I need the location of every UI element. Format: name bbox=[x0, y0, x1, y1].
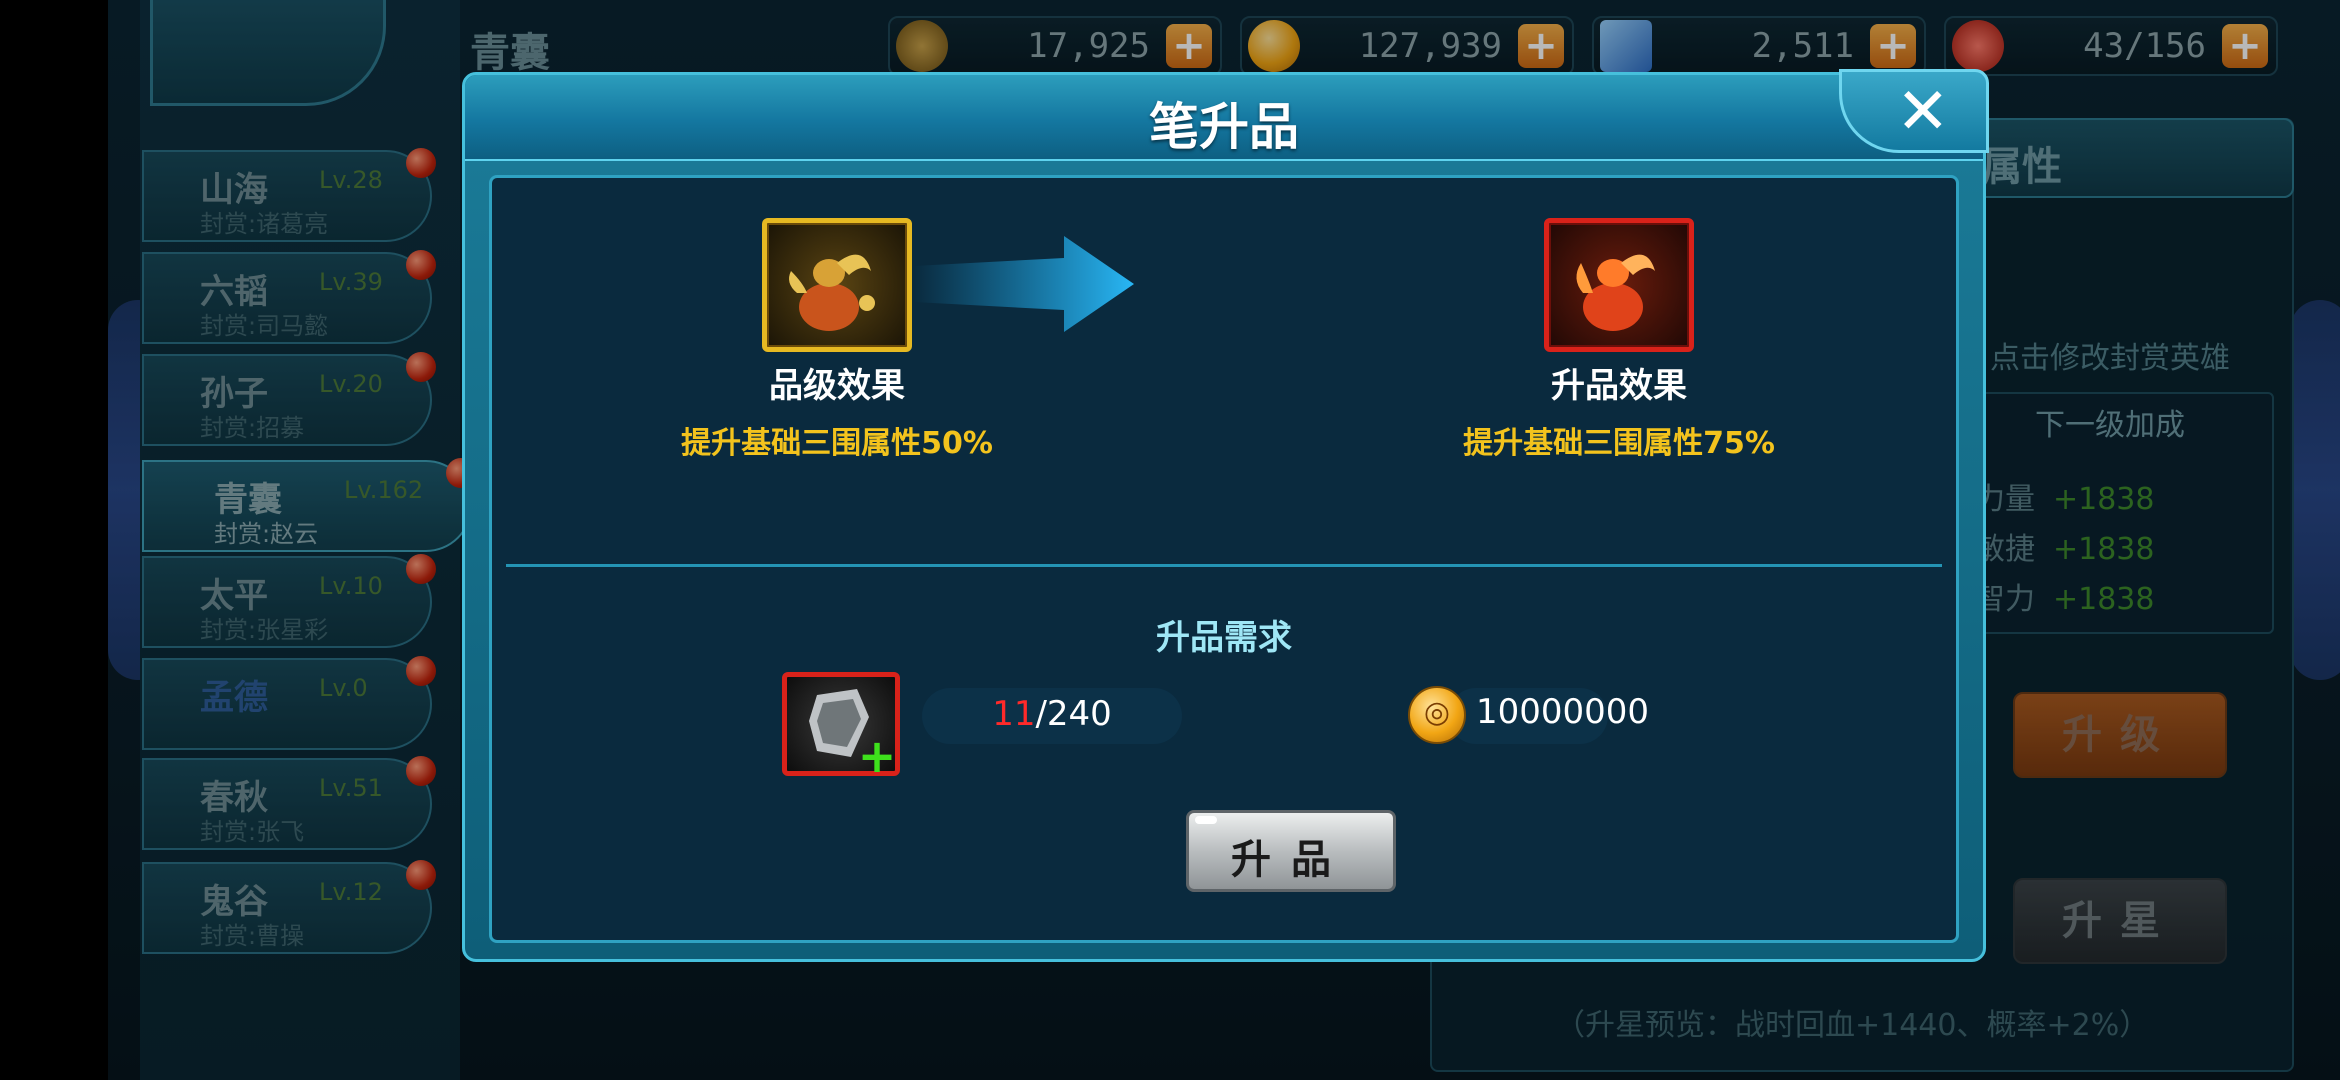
current-effect-label: 品级效果 bbox=[769, 366, 905, 406]
upgrade-button-label: 升品 bbox=[1231, 837, 1351, 883]
section-divider bbox=[506, 564, 1942, 567]
close-button[interactable]: ✕ bbox=[1839, 69, 1989, 153]
upgrade-effect-text: 提升基础三围属性75% bbox=[1463, 426, 1775, 461]
arrow-right-icon bbox=[914, 236, 1134, 332]
requirements-title: 升品需求 bbox=[1156, 618, 1292, 658]
material-count: 11/240 bbox=[922, 694, 1182, 734]
gold-coin-icon: ◎ bbox=[1408, 686, 1466, 744]
material-total: /240 bbox=[1035, 694, 1112, 734]
plus-icon: + bbox=[857, 729, 897, 783]
gourd-gold-icon bbox=[789, 254, 875, 331]
game-screen: 山海 Lv.28 封赏:诸葛亮 六韬 Lv.39 封赏:司马懿 孙子 Lv.20… bbox=[0, 0, 2340, 1080]
dialog-header: 笔升品 bbox=[465, 75, 1983, 161]
upgrade-effect-label: 升品效果 bbox=[1551, 366, 1687, 406]
close-icon: ✕ bbox=[1896, 75, 1950, 149]
current-item-slot[interactable] bbox=[762, 218, 912, 352]
upgrade-quality-dialog: 笔升品 ✕ 品级效果 提升基础三围属性50% 升品效果 提升基础三围属性75% … bbox=[462, 69, 1989, 962]
left-letterbox bbox=[0, 0, 108, 1080]
dialog-body: 品级效果 提升基础三围属性50% 升品效果 提升基础三围属性75% 升品需求 +… bbox=[489, 175, 1959, 943]
current-effect-text: 提升基础三围属性50% bbox=[681, 426, 993, 461]
gourd-red-icon bbox=[1576, 254, 1655, 331]
material-count-box: 11/240 bbox=[922, 688, 1182, 744]
material-current: 11 bbox=[992, 694, 1036, 734]
material-slot[interactable]: + bbox=[782, 672, 900, 783]
dialog-title: 笔升品 bbox=[1149, 98, 1299, 156]
button-gleam bbox=[1195, 816, 1217, 824]
upgraded-item-slot[interactable] bbox=[1544, 218, 1694, 352]
upgrade-button[interactable]: 升品 bbox=[1186, 810, 1396, 892]
gold-cost: 10000000 bbox=[1476, 692, 1650, 732]
